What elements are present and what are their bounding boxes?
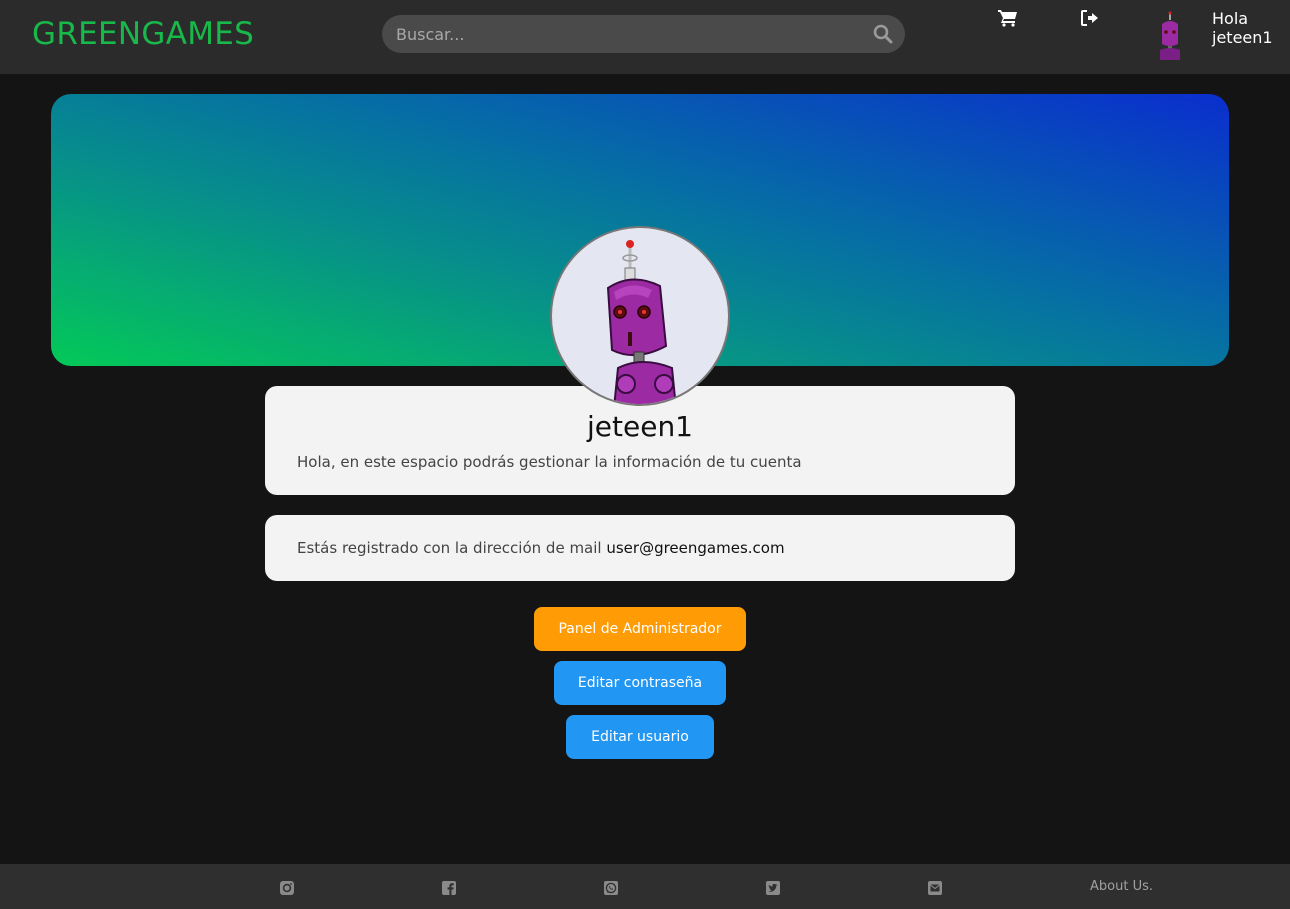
profile-username: jeteen1 — [587, 410, 693, 443]
facebook-icon[interactable] — [441, 880, 457, 896]
about-us-link[interactable]: About Us. — [1090, 879, 1153, 894]
search-bar — [382, 15, 905, 53]
top-navbar: GREENGAMES Hola jeteen1 — [0, 0, 1290, 74]
greeting-hello: Hola — [1212, 9, 1249, 28]
search-icon[interactable] — [873, 24, 893, 44]
email-label: Estás registrado con la dirección de mai… — [297, 539, 602, 557]
greeting-username: jeteen1 — [1212, 28, 1273, 47]
profile-avatar — [550, 226, 730, 406]
robot-avatar-image — [606, 240, 677, 404]
footer: About Us. — [0, 864, 1290, 909]
cart-icon[interactable] — [998, 9, 1018, 27]
site-logo[interactable]: GREENGAMES — [32, 16, 254, 52]
instagram-icon[interactable] — [279, 880, 295, 896]
logout-icon[interactable] — [1080, 9, 1100, 27]
edit-password-button[interactable]: Editar contraseña — [554, 661, 726, 705]
search-input[interactable] — [396, 15, 866, 53]
whatsapp-icon[interactable] — [603, 880, 619, 896]
email-info-card: Estás registrado con la dirección de mai… — [265, 515, 1015, 581]
edit-user-button[interactable]: Editar usuario — [566, 715, 714, 759]
user-avatar[interactable] — [1152, 10, 1188, 60]
mail-icon[interactable] — [927, 880, 943, 896]
admin-panel-button[interactable]: Panel de Administrador — [534, 607, 746, 651]
email-statement: Estás registrado con la dirección de mai… — [297, 539, 785, 557]
email-value: user@greengames.com — [606, 539, 785, 557]
twitter-icon[interactable] — [765, 880, 781, 896]
profile-intro-text: Hola, en este espacio podrás gestionar l… — [297, 453, 802, 471]
user-greeting[interactable]: Hola jeteen1 — [1212, 9, 1273, 47]
